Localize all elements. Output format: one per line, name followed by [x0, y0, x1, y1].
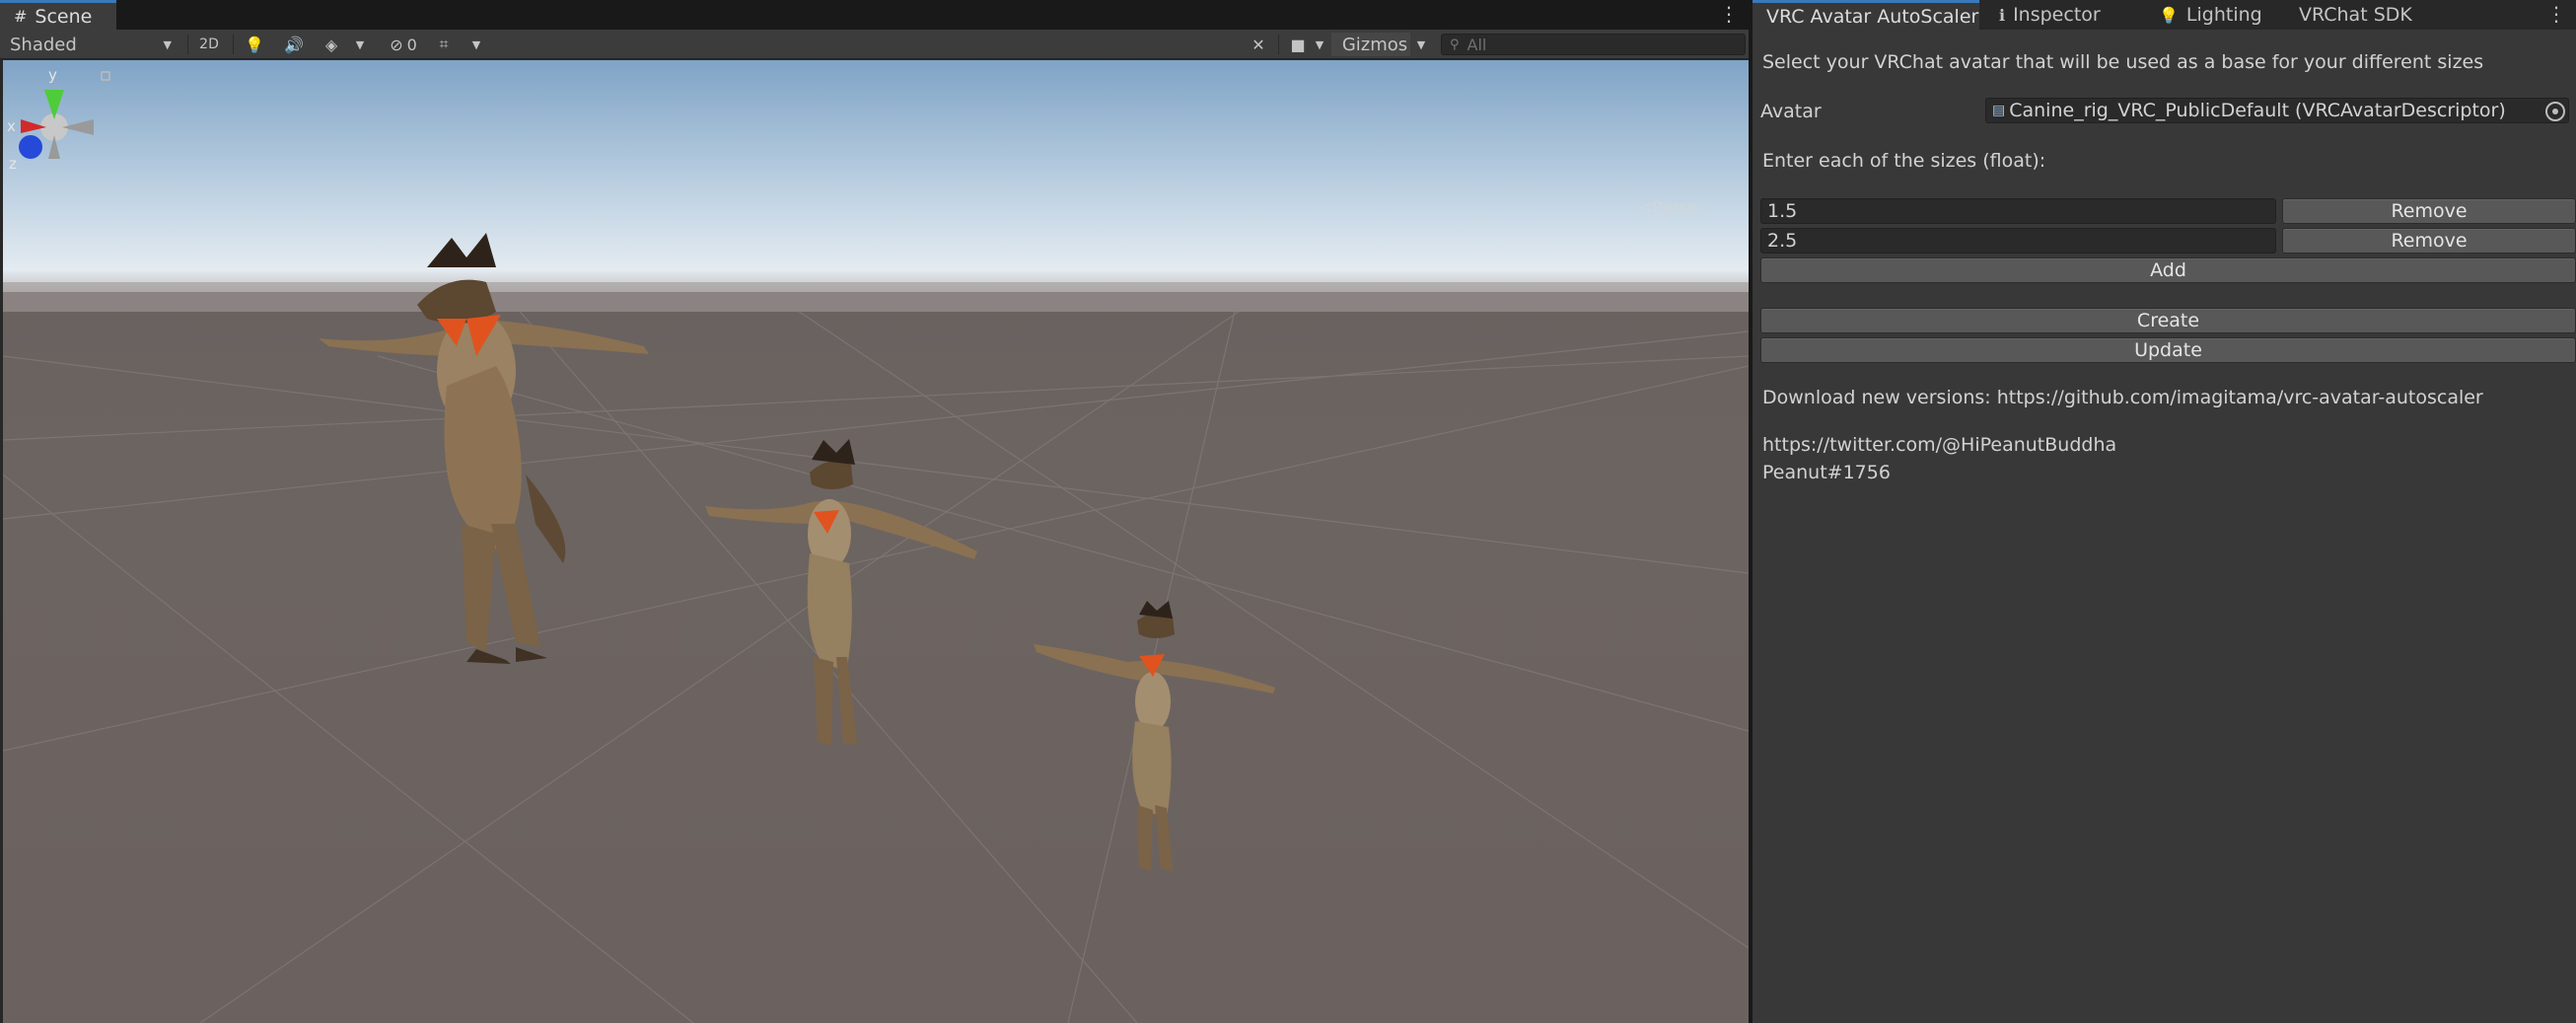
size-input-1[interactable] — [1760, 198, 2276, 224]
update-label: Update — [2134, 339, 2202, 361]
add-size-button[interactable]: Add — [1760, 257, 2576, 283]
size-input-2[interactable] — [1760, 228, 2276, 254]
autoscaler-panel: VRC Avatar AutoScaler ℹ Inspector 💡 Ligh… — [1751, 0, 2576, 1023]
lightbulb-icon[interactable]: 💡 — [241, 33, 268, 56]
ground — [3, 292, 1749, 1023]
remove-size-2-button[interactable]: Remove — [2282, 228, 2576, 254]
tab-scene[interactable]: # Scene — [0, 0, 116, 30]
twitter-link: https://twitter.com/@HiPeanutBuddha — [1762, 434, 2117, 456]
avatar-label: Avatar — [1760, 101, 1822, 122]
scene-render — [3, 60, 1749, 1023]
update-button[interactable]: Update — [1760, 337, 2576, 363]
chevron-down-icon: ▼ — [163, 37, 172, 51]
object-picker-icon[interactable] — [2545, 102, 2565, 121]
create-label: Create — [2136, 310, 2200, 331]
scene-search[interactable]: ⚲ — [1441, 34, 1746, 55]
gizmo-z-label: z — [9, 155, 17, 173]
tools-icon[interactable]: ✕ — [1245, 33, 1272, 56]
toolbar-divider — [187, 35, 188, 54]
effects-icon[interactable]: ◈ — [318, 33, 345, 56]
effects-dropdown-icon[interactable]: ▼ — [351, 33, 369, 56]
gizmos-dropdown-icon[interactable]: ▼ — [1410, 33, 1432, 56]
gizmo-y-label: y — [48, 66, 57, 84]
remove-label: Remove — [2391, 200, 2468, 222]
avatar-object-value: Canine_rig_VRC_PublicDefault (VRCAvatarD… — [2009, 100, 2506, 121]
shading-mode-dropdown[interactable]: Shaded ▼ — [2, 33, 179, 56]
scene-tabbar: # Scene ⋮ — [0, 0, 1749, 30]
tab-lighting-label: Lighting — [2185, 4, 2262, 26]
script-icon: ▤ — [1992, 103, 2006, 118]
hidden-objects-count: 0 — [406, 35, 417, 54]
scene-search-input[interactable] — [1467, 35, 1714, 54]
intro-text: Select your VRChat avatar that will be u… — [1762, 51, 2484, 73]
grid-snap-icon[interactable]: ⌗ — [430, 33, 458, 56]
tab-autoscaler-label: VRC Avatar AutoScaler — [1766, 5, 1979, 28]
camera-icon[interactable]: ■ — [1284, 33, 1312, 56]
sky — [3, 60, 1749, 307]
create-button[interactable]: Create — [1760, 308, 2576, 333]
tab-vrchat-sdk-label: VRChat SDK — [2299, 4, 2412, 26]
grid-icon: # — [14, 7, 28, 26]
tab-vrc-avatar-autoscaler[interactable]: VRC Avatar AutoScaler — [1753, 0, 1979, 30]
tab-lighting[interactable]: 💡 Lighting — [2145, 0, 2283, 30]
avatar-object-field[interactable]: ▤ Canine_rig_VRC_PublicDefault (VRCAvata… — [1985, 98, 2569, 123]
toolbar-divider — [233, 35, 234, 54]
tab-inspector-label: Inspector — [2013, 4, 2101, 26]
add-label: Add — [2150, 259, 2186, 281]
tab-scene-label: Scene — [35, 5, 93, 28]
camera-dropdown-icon[interactable]: ▼ — [1312, 33, 1327, 56]
toggle-2d-label: 2D — [199, 37, 219, 52]
right-tabbar: VRC Avatar AutoScaler ℹ Inspector 💡 Ligh… — [1753, 0, 2576, 30]
gizmo-x-label: x — [7, 117, 16, 135]
hidden-objects-toggle[interactable]: ⊘ 0 — [381, 33, 426, 56]
perspective-label[interactable]: <Persp — [1638, 198, 1698, 218]
toggle-2d-button[interactable]: 2D — [193, 33, 225, 56]
orientation-gizmo[interactable]: y x z — [3, 60, 111, 179]
shading-mode-value: Shaded — [10, 34, 77, 55]
audio-icon[interactable]: 🔊 — [280, 33, 308, 56]
gizmos-label: Gizmos — [1341, 34, 1408, 55]
tab-vrchat-sdk[interactable]: VRChat SDK — [2285, 0, 2443, 30]
scene-panel: # Scene ⋮ Shaded ▼ 2D 💡 🔊 ◈ ▼ ⊘ 0 ⌗ ▼ ✕ … — [0, 0, 1749, 1023]
gizmos-button[interactable]: Gizmos — [1331, 33, 1418, 56]
remove-size-1-button[interactable]: Remove — [2282, 198, 2576, 224]
kebab-menu-icon[interactable]: ⋮ — [1719, 2, 1739, 26]
search-icon: ⚲ — [1450, 37, 1460, 52]
sizes-label: Enter each of the sizes (float): — [1762, 150, 2046, 172]
lock-icon[interactable] — [101, 71, 110, 81]
tab-inspector[interactable]: ℹ Inspector — [1985, 0, 2143, 30]
kebab-menu-icon[interactable]: ⋮ — [2546, 2, 2566, 26]
scene-toolbar: Shaded ▼ 2D 💡 🔊 ◈ ▼ ⊘ 0 ⌗ ▼ ✕ ■ ▼ Gizmos… — [0, 30, 1749, 59]
remove-label: Remove — [2391, 230, 2468, 252]
scene-viewport[interactable]: y x z <Persp — [3, 60, 1749, 1023]
eye-slash-icon: ⊘ — [390, 35, 403, 54]
grid-dropdown-icon[interactable]: ▼ — [467, 33, 485, 56]
info-icon: ℹ — [1999, 5, 2006, 25]
download-text: Download new versions: https://github.co… — [1762, 387, 2483, 408]
lightbulb-icon: 💡 — [2159, 5, 2179, 25]
discord-handle: Peanut#1756 — [1762, 462, 1891, 483]
toolbar-divider — [1278, 35, 1279, 54]
